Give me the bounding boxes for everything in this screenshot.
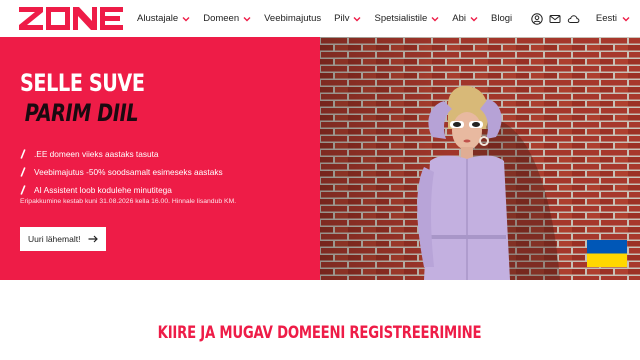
chevron-down-icon: [353, 15, 361, 23]
chevron-down-icon: [182, 15, 190, 23]
slash-bullet-icon: [20, 149, 26, 159]
hero-title-line2: PARIM DIIL: [24, 99, 139, 127]
hero-title-line1: SELLE SUVE: [20, 69, 145, 97]
nav-item-veebimajutus[interactable]: Veebimajutus: [264, 13, 321, 24]
chevron-down-icon: [243, 15, 251, 23]
nav-item-label: Pilv: [334, 13, 350, 24]
mail-icon[interactable]: [549, 13, 561, 25]
benefit-text: .EE domeen viieks aastaks tasuta: [34, 149, 159, 159]
hero-promo-panel: SELLE SUVE PARIM DIIL .EE domeen viieks …: [0, 37, 320, 280]
chevron-down-icon: [431, 15, 439, 23]
chevron-down-icon: [622, 16, 630, 21]
list-item: .EE domeen viieks aastaks tasuta: [20, 145, 223, 163]
hero-title: SELLE SUVE PARIM DIIL: [20, 68, 145, 128]
learn-more-button[interactable]: Uuri lähemalt!: [20, 227, 106, 251]
list-item: AI Assistent loob kodulehe minutitega: [20, 181, 223, 199]
nav-item-label: Domeen: [203, 13, 240, 24]
arrow-right-icon: [88, 235, 99, 243]
nav-item-label: Abi: [452, 13, 467, 24]
offer-footnote: Eripakkumine kestab kuni 31.08.2026 kell…: [20, 198, 237, 205]
list-item: Veebimajutus -50% soodsamalt esimeseks a…: [20, 163, 223, 181]
hero-benefits-list: .EE domeen viieks aastaks tasuta Veebima…: [20, 145, 223, 199]
slash-bullet-icon: [20, 185, 26, 195]
nav-item-blogi[interactable]: Blogi: [491, 13, 512, 24]
main-nav: Alustajale Domeen Veebimajutus Pilv Spet…: [137, 0, 525, 37]
section-title-text: KIIRE JA MUGAV DOMEENI REGISTREERIMINE: [158, 323, 482, 343]
nav-item-pilv[interactable]: Pilv: [334, 13, 361, 24]
site-header: Alustajale Domeen Veebimajutus Pilv Spet…: [0, 0, 640, 37]
slash-bullet-icon: [20, 167, 26, 177]
user-icon[interactable]: [531, 12, 543, 25]
cloud-icon[interactable]: [567, 13, 580, 25]
nav-item-label: Alustajale: [137, 13, 179, 24]
nav-item-alustajale[interactable]: Alustajale: [137, 13, 190, 24]
learn-more-label: Uuri lähemalt!: [28, 234, 81, 244]
nav-item-domeen[interactable]: Domeen: [203, 13, 251, 24]
nav-item-spetsialistile[interactable]: Spetsialistile: [374, 13, 439, 24]
nav-item-label: Veebimajutus: [264, 13, 322, 24]
ukraine-flag-icon[interactable]: [587, 240, 627, 267]
language-selector[interactable]: Eesti: [596, 13, 630, 24]
header-actions: Eesti: [531, 0, 640, 37]
nav-item-label: Blogi: [491, 13, 513, 24]
benefit-text: AI Assistent loob kodulehe minutitega: [34, 185, 172, 195]
chevron-down-icon: [470, 15, 478, 23]
nav-item-label: Spetsialistile: [374, 13, 428, 24]
benefit-text: Veebimajutus -50% soodsamalt esimeseks a…: [34, 167, 223, 177]
nav-item-abi[interactable]: Abi: [452, 13, 478, 24]
section-heading: KIIRE JA MUGAV DOMEENI REGISTREERIMINE: [0, 323, 640, 343]
zone-logo[interactable]: [19, 7, 123, 30]
language-label: Eesti: [595, 13, 617, 24]
